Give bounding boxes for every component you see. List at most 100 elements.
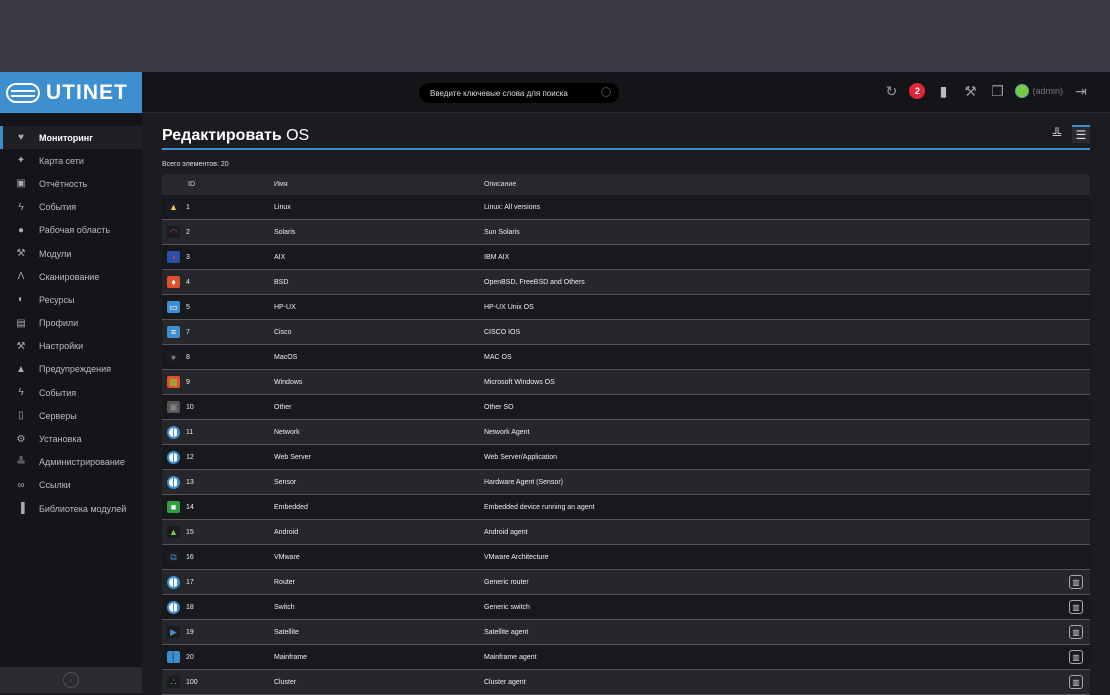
table-row[interactable]: │ 20 Mainframe Mainframe agent ▥ [162,645,1090,670]
row-name-link[interactable]: HP-UX [274,304,484,311]
row-id: 12 [186,453,194,461]
link-icon: ∞ [17,479,25,491]
notification-badge[interactable]: 2 [909,83,926,99]
refresh-icon[interactable]: ↻ [882,82,900,100]
sidebar-item[interactable]: ϟ События [0,196,142,219]
table-row[interactable]: ◑ 3 AIX IBM AIX [162,245,1090,270]
row-name-link[interactable]: Other [274,404,484,411]
row-name-link[interactable]: Web Server [274,454,484,461]
row-actions: ▥ [1062,675,1090,689]
table-row[interactable]: ■ 14 Embedded Embedded device running an ag… [162,495,1090,520]
trash-icon[interactable]: ▥ [1069,575,1083,589]
sidebar-item[interactable]: ▯ Серверы [0,404,142,427]
row-description: Generic switch [484,603,530,611]
row-name-link[interactable]: VMware [274,554,484,561]
table-row[interactable]: 11 Network Network Agent [162,420,1090,445]
server-status-icon[interactable]: ▮ [934,82,952,100]
table-row[interactable]: ▣ 10 Other Other SO [162,395,1090,420]
logo[interactable]: UTINET [0,72,142,113]
row-name-link[interactable]: Satellite [274,629,484,636]
sidebar-item[interactable]: ♥ Мониторинг [0,126,142,150]
row-name-link[interactable]: Mainframe [274,654,484,661]
table-row[interactable]: 13 Sensor Hardware Agent (Sensor) [162,470,1090,495]
network-map-icon: ✦ [16,155,26,167]
table-row[interactable]: ▦ 9 Windows Microsoft Windows OS [162,370,1090,395]
sidebar-item[interactable]: ∞ Ссылки [0,474,142,497]
row-icon-cell: ◠ [162,226,186,238]
user-menu[interactable]: (admin) [1015,84,1063,98]
trash-icon[interactable]: ▥ [1069,600,1083,614]
header-id[interactable]: ID [186,181,274,188]
table-row[interactable]: ∴ 100 Cluster Cluster agent ▥ [162,670,1090,695]
row-description: CISCO IOS [484,328,521,336]
table-row[interactable]: 17 Router Generic router ▥ [162,570,1090,595]
search-icon[interactable] [601,87,611,97]
row-name-link[interactable]: Linux [274,204,484,211]
row-name-link[interactable]: Embedded [274,504,484,511]
tools-icon[interactable]: ⚒ [961,82,979,100]
sidebar-item[interactable]: ▤ Профили [0,312,142,335]
sidebar-item[interactable]: ╩ Администрирование [0,451,142,474]
header-description[interactable]: Описание [484,181,1062,188]
trash-icon[interactable]: ▥ [1069,675,1083,689]
row-name-link[interactable]: Solaris [274,229,484,236]
sidebar-item-label: Рабочая область [39,225,111,236]
sidebar-item[interactable]: Ʌ Сканирование [0,265,142,288]
admin-tool-icon[interactable]: ╩ [1048,125,1066,143]
row-name-link[interactable]: Android [274,529,484,536]
row-name-link[interactable]: Router [274,579,484,586]
table-row[interactable]: ◠ 2 Solaris Sun Solaris [162,220,1090,245]
trash-icon[interactable]: ▥ [1069,650,1083,664]
logout-icon[interactable]: ⇥ [1072,82,1090,100]
row-name-link[interactable]: MacOS [274,354,484,361]
table-row[interactable]: 18 Switch Generic switch ▥ [162,595,1090,620]
row-name-link[interactable]: Switch [274,604,484,611]
table-row[interactable]: ● 8 MacOS MAC OS [162,345,1090,370]
row-name-link[interactable]: Windows [274,379,484,386]
header-name[interactable]: Имя [274,181,484,188]
tools-icon: ⚒ [16,248,26,260]
chip-icon: ■ [167,501,180,513]
table-row[interactable]: ▲ 15 Android Android agent [162,520,1090,545]
sidebar-item[interactable]: ◐ Ресурсы [0,288,142,311]
sidebar-item[interactable]: ● Рабочая область [0,219,142,242]
table-row[interactable]: ♦ 4 BSD OpenBSD, FreeBSD and Others [162,270,1090,295]
sidebar-collapse-bar[interactable]: ‹ [0,667,142,693]
sidebar-item[interactable]: ▣ Отчётность [0,172,142,195]
avatar [1015,84,1030,98]
row-name-link[interactable]: Cluster [274,679,484,686]
header-toolbar: ↻ 2 ▮ ⚒ ❐ (admin) ⇥ [882,82,1090,100]
trash-icon[interactable]: ▥ [1069,625,1083,639]
satellite-icon: ▶ [167,626,180,638]
table-row[interactable]: ▲ 1 Linux Linux: All versions [162,195,1090,220]
row-name-link[interactable]: BSD [274,279,484,286]
table-row[interactable]: ▶ 19 Satellite Satellite agent ▥ [162,620,1090,645]
collapse-icon[interactable]: ‹ [63,672,79,688]
row-actions: ▥ [1062,625,1090,639]
table-row[interactable]: ▭ 5 HP-UX HP-UX Unix OS [162,295,1090,320]
sidebar-item[interactable]: ϟ События [0,381,142,404]
bell-icon: ▲ [16,363,26,375]
sidebar-item[interactable]: ⚒ Модули [0,242,142,265]
row-name-link[interactable]: Cisco [274,329,484,336]
list-view-icon[interactable]: ☰ [1072,125,1090,143]
row-id: 9 [186,378,190,386]
row-name-link[interactable]: Sensor [274,479,484,486]
main-content: Редактировать OS ╩ ☰ Всего элементов: 20… [162,114,1090,695]
table-row[interactable]: ≡ 7 Cisco CISCO IOS [162,320,1090,345]
row-icon-cell: ≡ [162,326,186,338]
sidebar-item[interactable]: ⚙ Установка [0,427,142,450]
row-icon-cell: ▣ [162,401,186,413]
row-name-link[interactable]: Network [274,429,484,436]
search-input[interactable] [430,88,590,98]
table-row[interactable]: 12 Web Server Web Server/Application [162,445,1090,470]
sidebar-item[interactable]: ▐ Библиотека модулей [0,497,142,520]
os-table: ID Имя Описание ▲ 1 Linux Linux: All versio… [162,174,1090,695]
row-id: 3 [186,253,190,261]
copy-icon[interactable]: ❐ [988,82,1006,100]
sidebar-item[interactable]: ✦ Карта сети [0,149,142,172]
sidebar-item[interactable]: ▲ Предупреждения [0,358,142,381]
table-row[interactable]: ⧉ 16 VMware VMware Architecture [162,545,1090,570]
row-name-link[interactable]: AIX [274,254,484,261]
sidebar-item[interactable]: ⚒ Настройки [0,335,142,358]
